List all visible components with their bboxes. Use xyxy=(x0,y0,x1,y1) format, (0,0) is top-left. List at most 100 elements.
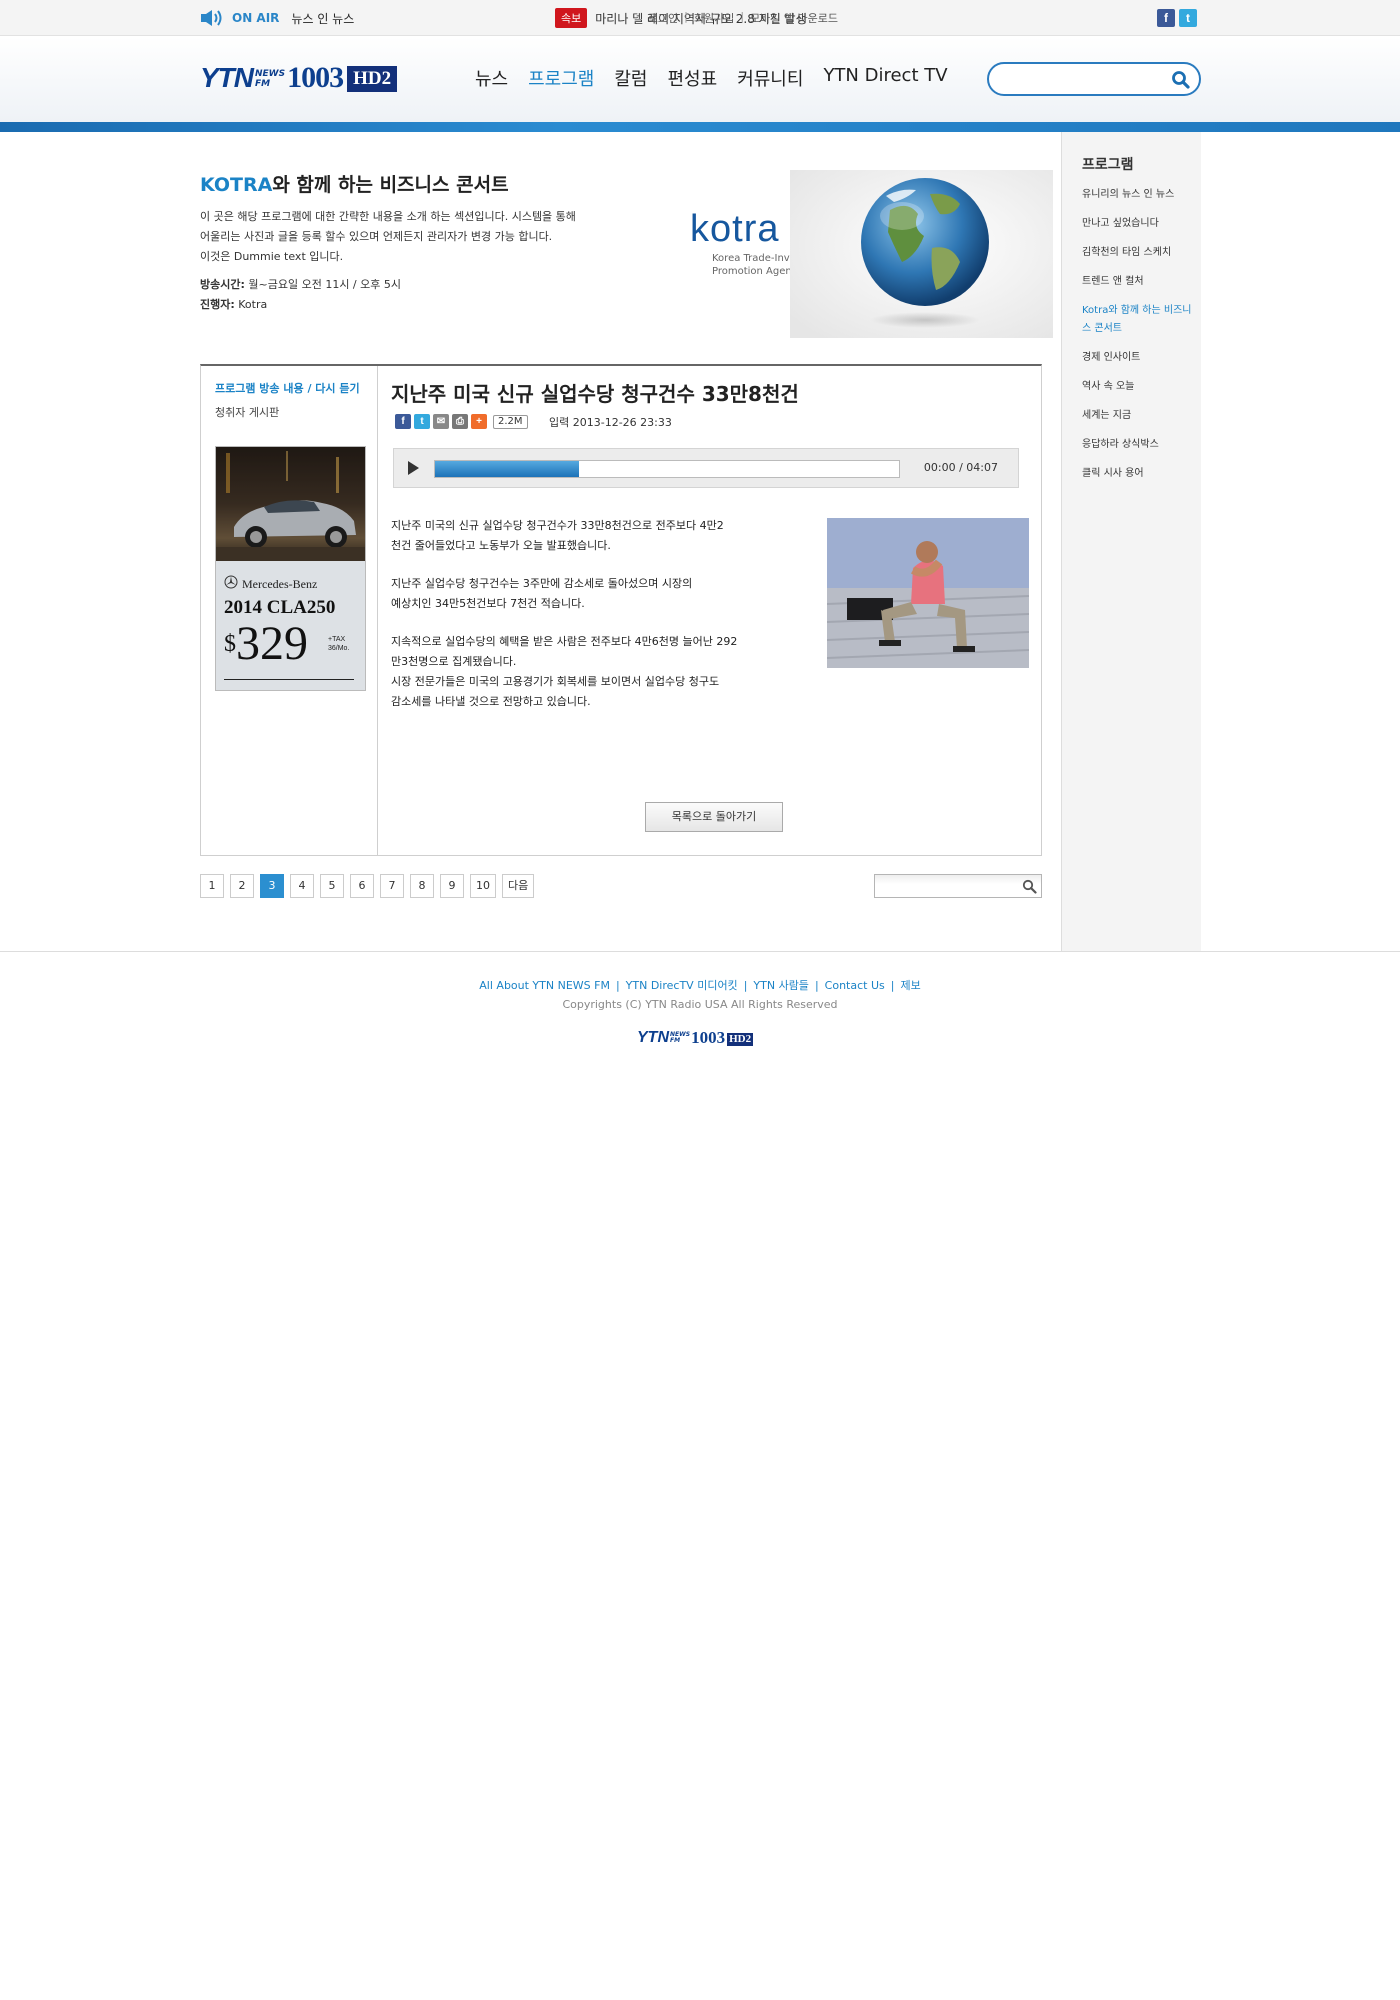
share-count: 2.2M xyxy=(493,414,528,429)
sidebar-item[interactable]: 만나고 싶었습니다 xyxy=(1082,215,1197,233)
board-search xyxy=(874,874,1042,898)
footer-link-about[interactable]: All About YTN NEWS FM xyxy=(479,979,610,992)
article-line: 시장 전문가들은 미국의 고용경기가 회복세를 보이면서 실업수당 청구도 xyxy=(391,675,720,688)
logo-fm: FM xyxy=(255,79,271,89)
sidebar-item[interactable]: 경제 인사이트 xyxy=(1082,349,1197,367)
advertisement-banner[interactable]: Mercedes-Benz 2014 CLA250 $329 +TAX 36/M… xyxy=(215,446,366,691)
on-air-program[interactable]: 뉴스 인 뉴스 xyxy=(291,10,354,27)
twitter-share-icon[interactable]: t xyxy=(414,414,430,429)
article: 지난주 미국 신규 실업수당 청구건수 33만8천건 f t ✉ ⎙ + 2.2… xyxy=(391,366,1031,855)
sidebar-item[interactable]: 클릭 시사 용어 xyxy=(1082,465,1197,483)
divider: | xyxy=(743,979,748,992)
plus-share-icon[interactable]: + xyxy=(471,414,487,429)
page-link[interactable]: 8 xyxy=(410,874,434,898)
share-buttons: f t ✉ ⎙ + 2.2M xyxy=(395,414,528,429)
page-link[interactable]: 4 xyxy=(290,874,314,898)
page-link[interactable]: 10 xyxy=(470,874,496,898)
nav-schedule[interactable]: 편성표 xyxy=(658,65,728,91)
ad-tax-line: +TAX xyxy=(328,636,346,643)
page-link[interactable]: 5 xyxy=(320,874,344,898)
audio-progress-bar[interactable] xyxy=(434,460,900,478)
sidebar-item[interactable]: 트렌드 앤 컬처 xyxy=(1082,273,1197,291)
replay-link[interactable]: 프로그램 방송 내용 / 다시 듣기 xyxy=(215,380,360,396)
search-icon[interactable] xyxy=(1022,879,1037,894)
listener-board-link[interactable]: 청취자 게시판 xyxy=(215,404,279,420)
ad-price: $329 xyxy=(224,619,308,669)
article-paragraph: 지난주 미국의 신규 실업수당 청구건수가 33만8천건으로 전주보다 4만2 천… xyxy=(391,516,791,556)
program-host-value: Kotra xyxy=(238,298,268,311)
program-host: 진행자: Kotra xyxy=(200,295,640,315)
ad-brand-name: Mercedes-Benz xyxy=(242,576,318,591)
page-link[interactable]: 2 xyxy=(230,874,254,898)
facebook-icon[interactable]: f xyxy=(1157,9,1175,27)
sidebar-item-active[interactable]: Kotra와 함께 하는 비즈니스 콘서트 xyxy=(1082,302,1197,338)
mobile-app-link[interactable]: 모바일 앱 다운로드 xyxy=(750,10,838,26)
top-links: 로그인 | 회원가입 | 모바일 앱 다운로드 xyxy=(648,10,838,26)
play-icon[interactable] xyxy=(408,461,419,475)
nav-program[interactable]: 프로그램 xyxy=(518,65,604,91)
nav-column[interactable]: 칼럼 xyxy=(604,65,657,91)
pagination: 1 2 3 4 5 6 7 8 9 10 다음 xyxy=(200,874,535,898)
twitter-icon[interactable]: t xyxy=(1179,9,1197,27)
logo-newsfm: NEWS FM xyxy=(670,1032,690,1044)
signup-link[interactable]: 회원가입 xyxy=(694,10,734,26)
page-link[interactable]: 1 xyxy=(200,874,224,898)
article-line: 천건 줄어들었다고 노동부가 오늘 발표했습니다. xyxy=(391,539,611,552)
program-list: 유니리의 뉴스 인 뉴스 만나고 싶었습니다 김학천의 타임 스케치 트렌드 앤… xyxy=(1082,186,1197,494)
logo-hd2: HD2 xyxy=(347,66,398,92)
email-share-icon[interactable]: ✉ xyxy=(433,414,449,429)
logo-ytn: YTN xyxy=(200,62,254,93)
sidebar-item[interactable]: 역사 속 오늘 xyxy=(1082,378,1197,396)
site-logo[interactable]: YTN NEWS FM 1003 HD2 xyxy=(200,62,398,93)
audio-time: 00:00 / 04:07 xyxy=(923,461,998,474)
program-sidebar: 프로그램 유니리의 뉴스 인 뉴스 만나고 싶었습니다 김학천의 타임 스케치 … xyxy=(1061,132,1201,952)
divider: | xyxy=(814,979,819,992)
globe-image xyxy=(790,170,1053,338)
sidebar-item[interactable]: 응답하라 상식박스 xyxy=(1082,436,1197,454)
sidebar-item[interactable]: 세계는 지금 xyxy=(1082,407,1197,425)
nav-community[interactable]: 커뮤니티 xyxy=(727,65,813,91)
search-box xyxy=(987,62,1201,96)
program-intro: KOTRA와 함께 하는 비즈니스 콘서트 이 곳은 해당 프로그램에 대한 간… xyxy=(200,170,640,315)
footer-link-report[interactable]: 제보 xyxy=(900,979,920,992)
nav-news[interactable]: 뉴스 xyxy=(465,65,518,91)
search-input[interactable] xyxy=(1001,70,1161,90)
facebook-share-icon[interactable]: f xyxy=(395,414,411,429)
ad-price-dollar: $ xyxy=(224,631,236,657)
board-search-input[interactable] xyxy=(881,878,1011,894)
audio-progress-fill xyxy=(435,461,579,477)
sidebar-item[interactable]: 김학천의 타임 스케치 xyxy=(1082,244,1197,262)
program-title-highlight: KOTRA xyxy=(200,174,273,196)
divider: | xyxy=(740,10,745,23)
article-photo xyxy=(827,518,1029,668)
page-link[interactable]: 6 xyxy=(350,874,374,898)
footer-links: All About YTN NEWS FM | YTN DirecTV 미디어킷 | Y… xyxy=(0,977,1400,993)
logo-fm: FM xyxy=(670,1037,681,1044)
back-to-list-button[interactable]: 목록으로 돌아가기 xyxy=(645,802,783,832)
sidebar-item[interactable]: 유니리의 뉴스 인 뉴스 xyxy=(1082,186,1197,204)
login-link[interactable]: 로그인 xyxy=(648,10,678,26)
footer-link-people[interactable]: YTN 사람들 xyxy=(753,979,809,992)
page-link[interactable]: 7 xyxy=(380,874,404,898)
program-banner: kotra Korea Trade-Investment Promotion A… xyxy=(680,170,1053,338)
breaking-badge: 속보 xyxy=(555,8,588,28)
footer-link-mediakit[interactable]: YTN DirecTV 미디어킷 xyxy=(626,979,738,992)
search-icon[interactable] xyxy=(1171,70,1191,90)
print-icon[interactable]: ⎙ xyxy=(452,414,468,429)
copyright: Copyrights (C) YTN Radio USA All Rights … xyxy=(562,998,838,1011)
page-link[interactable]: 9 xyxy=(440,874,464,898)
logo-news: NEWS xyxy=(255,69,286,79)
mercedes-star-icon xyxy=(224,575,238,593)
article-line: 감소세를 나타낼 것으로 전망하고 있습니다. xyxy=(391,695,591,708)
nav-direct-tv[interactable]: YTN Direct TV xyxy=(813,65,957,91)
footer-link-contact[interactable]: Contact Us xyxy=(825,979,885,992)
broadcast-time-value: 월~금요일 오전 11시 / 오후 5시 xyxy=(248,278,401,291)
divider: | xyxy=(890,979,895,992)
on-air[interactable]: ON AIR 뉴스 인 뉴스 xyxy=(200,9,354,27)
next-page-button[interactable]: 다음 xyxy=(502,874,535,898)
page-link-current[interactable]: 3 xyxy=(260,874,284,898)
program-description: 이 곳은 해당 프로그램에 대한 간략한 내용을 소개 하는 섹션입니다. 시스… xyxy=(200,207,640,267)
logo-ytn: YTN xyxy=(637,1029,669,1046)
program-desc-line: 이 곳은 해당 프로그램에 대한 간략한 내용을 소개 하는 섹션입니다. 시스… xyxy=(200,210,576,223)
footer: All About YTN NEWS FM | YTN DirecTV 미디어킷 | Y… xyxy=(0,951,1400,2000)
